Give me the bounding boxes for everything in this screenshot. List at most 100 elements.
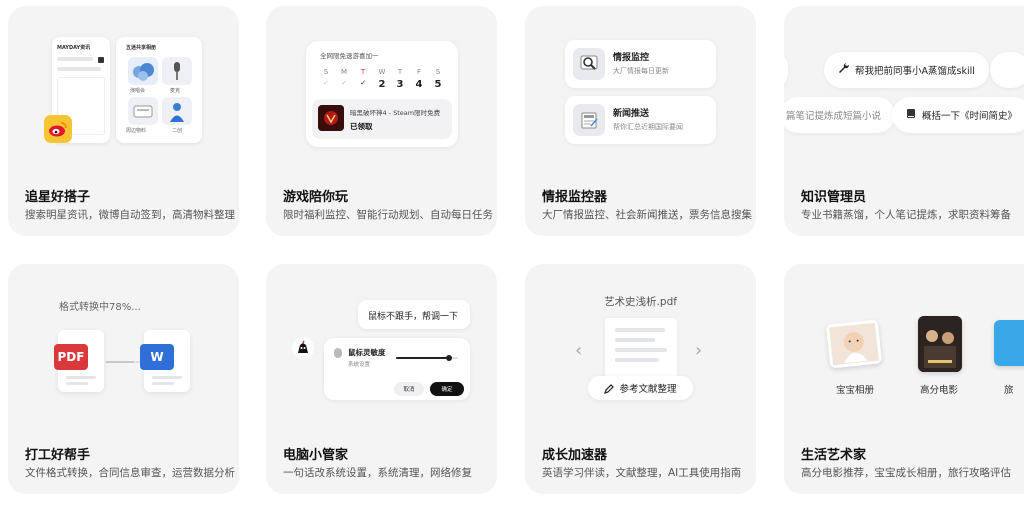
card-title: 知识管理员	[801, 190, 867, 205]
card-star-fan[interactable]: MAYDAY资讯 五迷共享相册 演唱会 麦克 周边物料 二创 追星好搭子 搜索明…	[8, 6, 239, 236]
info-item-monitor: 情报监控 大厂情报每日更新	[565, 40, 716, 88]
card-title: 情报监控器	[542, 190, 608, 205]
slider-knob[interactable]	[445, 355, 452, 361]
news-icon	[573, 104, 605, 136]
card-work-helper[interactable]: 格式转换中78%... PDF W 打工好帮手 文件格式转换，合同信息审查，运营…	[8, 264, 239, 494]
setting-sub: 系统设置	[348, 362, 371, 368]
next-arrow-icon[interactable]: ›	[695, 340, 702, 361]
mock-calendar-panel: 全网限免速游喜加一 S M T W T F S ✓ ✓ ✓ 2 3 4 5 暗黑…	[306, 41, 458, 147]
game-status: 已领取	[350, 122, 373, 131]
tile-fanart	[162, 97, 192, 125]
mock-phone-right: 五迷共享相册 演唱会 麦克 周边物料 二创	[116, 37, 202, 143]
card-desc: 限时福利监控、智能行动规划、自动每日任务	[283, 209, 493, 221]
card-intel-monitor[interactable]: 情报监控 大厂情报每日更新 新闻推送 帮你汇总近期国际要闻 情报监控器 大厂情报…	[525, 6, 756, 236]
magnifier-icon	[573, 48, 605, 80]
calendar-date: 4	[415, 79, 423, 90]
wrench-icon	[838, 63, 850, 77]
card-desc: 大厂情报监控、社会新闻推送，票务信息搜集	[542, 209, 752, 221]
card-title: 追星好搭子	[25, 190, 91, 205]
info-item-news: 新闻推送 帮你汇总近期国际要闻	[565, 96, 716, 144]
weibo-logo-icon	[44, 115, 72, 143]
card-title: 成长加速器	[542, 448, 608, 463]
pill-text: 帮我把前同事小A蒸馏成skill	[855, 66, 975, 77]
info-title: 情报监控	[613, 53, 650, 63]
reference-action-button[interactable]: 参考文献整理	[588, 376, 693, 400]
game-cover-icon	[318, 105, 344, 131]
weekday: T	[397, 68, 403, 76]
album-label: 宝宝相册	[836, 385, 875, 396]
card-game-buddy[interactable]: 全网限免速游喜加一 S M T W T F S ✓ ✓ ✓ 2 3 4 5 暗黑…	[266, 6, 497, 236]
card-growth-accelerator[interactable]: 艺术史浅析.pdf ‹ › 参考文献整理 成长加速器 英语学习伴读，文献整理，A…	[525, 264, 756, 494]
weekday: W	[378, 68, 386, 76]
check-icon: ✓	[360, 79, 366, 87]
card-desc: 一句话改系统设置，系统清理，网络修复	[283, 467, 472, 479]
card-title: 游戏陪你玩	[283, 190, 349, 205]
card-title: 电脑小管家	[283, 448, 349, 463]
weekday: F	[416, 68, 422, 76]
info-sub: 大厂情报每日更新	[613, 67, 669, 75]
feature-grid: MAYDAY资讯 五迷共享相册 演唱会 麦克 周边物料 二创 追星好搭子 搜索明…	[0, 0, 1024, 506]
pdf-document-icon: PDF	[54, 330, 104, 392]
mock-bar	[57, 57, 93, 61]
doc-line	[66, 376, 96, 379]
chat-bubble-text: 鼠标不跟手，帮调一下	[368, 312, 459, 322]
doc-line	[615, 358, 659, 362]
tile-concert	[128, 57, 158, 85]
doc-line	[615, 328, 665, 332]
tile-label: 麦克	[170, 88, 181, 94]
progress-track	[106, 361, 142, 363]
settings-dialog: 鼠标灵敏度 系统设置 取消 确定	[324, 338, 470, 400]
calendar-date: 3	[396, 79, 404, 90]
pen-icon	[604, 379, 615, 398]
pill-prompt-right[interactable]: 概括一下《时间简史》	[892, 97, 1024, 133]
chat-bubble: 鼠标不跟手，帮调一下	[358, 300, 470, 329]
confirm-button[interactable]: 确定	[430, 382, 464, 396]
progress-fill	[106, 361, 135, 363]
pill-partial	[990, 52, 1024, 88]
card-desc: 文件格式转换，合同信息审查，运营数据分析	[25, 467, 235, 479]
cancel-button[interactable]: 取消	[394, 382, 424, 396]
card-desc: 专业书籍蒸馏，个人笔记提炼，求职资料筹备	[801, 209, 1011, 221]
check-icon: ✓	[341, 79, 347, 87]
sensitivity-slider[interactable]	[396, 355, 458, 361]
doc-line	[66, 382, 88, 385]
weekday-today: T	[360, 68, 366, 76]
calendar-date: 5	[434, 79, 442, 90]
card-title: 打工好帮手	[25, 448, 91, 463]
card-life-artist[interactable]: 宝宝相册 高分电影 旅 生活艺术家 高分电影推荐，宝宝成长相册，旅行攻略评估	[784, 264, 1024, 494]
doc-line	[615, 348, 667, 352]
card-pc-butler[interactable]: 鼠标不跟手，帮调一下 鼠标灵敏度 系统设置 取消 确定 电脑小管家 一句话改系统…	[266, 264, 497, 494]
action-label: 参考文献整理	[619, 384, 677, 395]
conversion-progress-text: 格式转换中78%...	[59, 302, 141, 313]
check-icon: ✓	[323, 79, 329, 87]
assistant-avatar-icon	[292, 337, 314, 359]
card-knowledge-manager[interactable]: 帮我把前同事小A蒸馏成skill 篇笔记提炼成短篇小说 概括一下《时间简史》 知…	[784, 6, 1024, 236]
doc-line	[152, 376, 182, 379]
movie-poster-icon	[918, 316, 962, 372]
pdf-badge: PDF	[54, 344, 88, 370]
tile-merch	[128, 97, 158, 125]
info-title: 新闻推送	[613, 109, 650, 119]
word-badge: W	[140, 344, 174, 370]
doc-line	[152, 382, 174, 385]
doc-line	[615, 338, 655, 342]
setting-title: 鼠标灵敏度	[348, 348, 386, 357]
pill-text: 篇笔记提炼成短篇小说	[786, 111, 882, 122]
word-document-icon: W	[140, 330, 190, 392]
tile-label: 演唱会	[130, 88, 146, 94]
pill-partial	[784, 52, 788, 88]
prev-arrow-icon[interactable]: ‹	[575, 340, 582, 361]
mouse-icon	[334, 348, 342, 358]
calendar-date: 2	[378, 79, 386, 90]
game-row: 暗黑破坏神4 - Steam限时免费 已领取	[312, 99, 452, 139]
tile-mic	[162, 57, 192, 85]
pill-prompt-left[interactable]: 篇笔记提炼成短篇小说	[784, 97, 896, 133]
card-desc: 搜索明星资讯，微博自动签到，高清物料整理	[25, 209, 235, 221]
book-icon	[906, 108, 916, 122]
mock-bar	[57, 67, 101, 71]
weekday: S	[435, 68, 441, 76]
pill-prompt-top[interactable]: 帮我把前同事小A蒸馏成skill	[824, 52, 989, 88]
game-title: 暗黑破坏神4 - Steam限时免费	[350, 109, 441, 117]
card-desc: 英语学习伴读，文献整理，AI工具使用指南	[542, 467, 742, 479]
tile-label: 二创	[172, 128, 183, 134]
